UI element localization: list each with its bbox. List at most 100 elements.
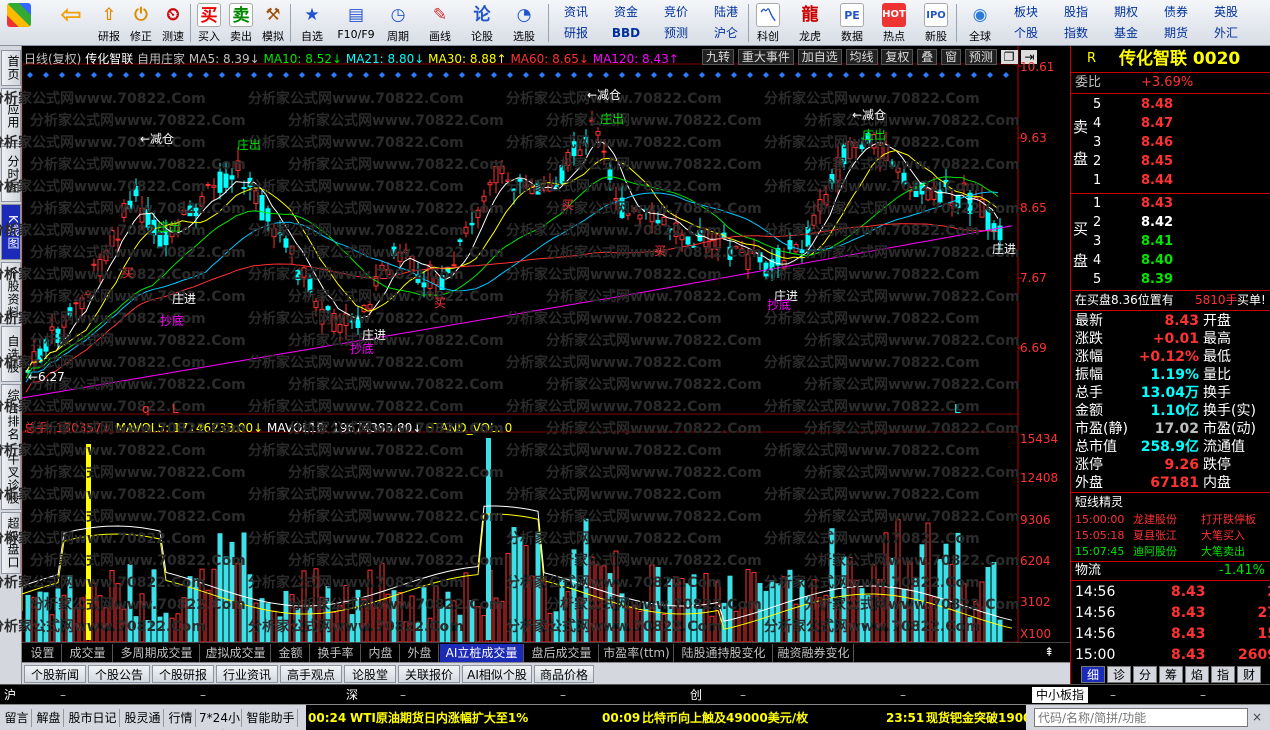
tb-lugang[interactable]: 陆港 <box>702 3 750 22</box>
cy-index-label[interactable]: 创 <box>690 687 702 703</box>
lungu-button[interactable]: 论 论股 <box>464 1 500 45</box>
speed-test-button[interactable]: ⏲ 测速 <box>156 1 190 45</box>
status-item-6[interactable]: 智能助手 <box>244 709 298 727</box>
info-tab-4[interactable]: 高手观点 <box>280 665 342 683</box>
tb-zhishu[interactable]: 指数 <box>1052 24 1100 43</box>
data-button[interactable]: PE 数据 <box>834 1 870 45</box>
sell-level-row[interactable]: 3 8.46 <box>1071 134 1270 152</box>
quote-tab-1[interactable]: 诊 <box>1107 666 1131 683</box>
status-item-2[interactable]: 股市日记 <box>66 709 120 727</box>
short-list-item[interactable]: 15:00:00 龙建股份 打开跌停板 <box>1071 512 1270 528</box>
collapse-up-icon[interactable]: ⇞ <box>1044 645 1054 659</box>
window-restore-icon[interactable]: ❐ <box>1000 50 1018 64</box>
zixuan-button[interactable]: ★ 自选 <box>294 1 330 45</box>
news-ticker[interactable]: 00:24 WTI原油期货日内涨幅扩大至1% 00:09 比特币向上触及4900… <box>306 705 1026 730</box>
yanbao-button[interactable]: ⇧ 研报 <box>92 1 126 45</box>
info-tab-5[interactable]: 论股堂 <box>344 665 396 683</box>
code-search-input[interactable] <box>1034 708 1248 727</box>
status-item-5[interactable]: 7*24小时 <box>198 709 242 730</box>
indicator-tab-3[interactable]: 虚拟成交量 <box>201 644 271 662</box>
add-watchlist-button[interactable]: 加自选 <box>797 49 842 65</box>
tb-jingjia[interactable]: 竞价 <box>652 3 700 22</box>
quote-tab-0[interactable]: 细 <box>1081 666 1105 683</box>
tb-zixun[interactable]: 资讯 <box>552 3 600 22</box>
back-button[interactable]: ⇦ <box>54 1 88 45</box>
indicator-tab-10[interactable]: 市盈率(ttm) <box>600 644 674 662</box>
buy-level-row[interactable]: 4 8.40 <box>1071 252 1270 270</box>
global-button[interactable]: ◉ 全球 <box>960 1 1000 45</box>
info-tab-2[interactable]: 个股研报 <box>152 665 214 683</box>
fix-button[interactable]: ⏻ 修正 <box>124 1 158 45</box>
info-tab-3[interactable]: 行业资讯 <box>216 665 278 683</box>
indicator-tab-1[interactable]: 成交量 <box>63 644 113 662</box>
status-item-0[interactable]: 留言 <box>2 709 32 727</box>
tb-yuce[interactable]: 预测 <box>652 24 700 43</box>
indicator-tab-8[interactable]: AI立桩成交量 <box>440 644 524 662</box>
tb-bankuai[interactable]: 板块 <box>1002 3 1050 22</box>
buy-level-row[interactable]: 3 8.41 <box>1071 233 1270 251</box>
ma-button[interactable]: 均线 <box>845 49 878 65</box>
status-item-4[interactable]: 行情 <box>166 709 196 727</box>
tb-qihuo[interactable]: 期货 <box>1152 24 1200 43</box>
tb-zijin[interactable]: 资金 <box>602 3 650 22</box>
indicator-tab-9[interactable]: 盘后成交量 <box>525 644 599 662</box>
sz-index-label[interactable]: 深 <box>346 687 358 703</box>
kline-chart-area[interactable]: 日线(复权) 传化智联 自用庄家 MA5: 8.39↓ MA10: 8.52↓ … <box>0 46 1070 642</box>
info-tab-6[interactable]: 关联报价 <box>398 665 460 683</box>
indicator-tab-7[interactable]: 外盘 <box>401 644 439 662</box>
indicator-tab-0[interactable]: 设置 <box>24 644 62 662</box>
buy-button[interactable]: 买 买入 <box>192 1 226 45</box>
tb-qiquan[interactable]: 期权 <box>1102 3 1150 22</box>
tb-bbd[interactable]: BBD <box>602 24 650 43</box>
indicator-tab-5[interactable]: 换手率 <box>311 644 361 662</box>
longhu-button[interactable]: 龍 龙虎 <box>792 1 828 45</box>
indicator-name[interactable]: 自用庄家 <box>137 52 185 66</box>
tb-hulun[interactable]: 沪仑 <box>702 24 750 43</box>
sell-button[interactable]: 卖 卖出 <box>224 1 258 45</box>
forecast-button[interactable]: 预测 <box>964 49 997 65</box>
indicator-tab-2[interactable]: 多周期成交量 <box>114 644 200 662</box>
info-tab-1[interactable]: 个股公告 <box>88 665 150 683</box>
buy-level-row[interactable]: 5 8.39 <box>1071 271 1270 289</box>
tb-zhaiquan[interactable]: 债券 <box>1152 3 1200 22</box>
info-tab-7[interactable]: AI相似个股 <box>462 665 532 683</box>
sell-level-row[interactable]: 1 8.44 <box>1071 172 1270 190</box>
quote-tab-3[interactable]: 筹 <box>1159 666 1183 683</box>
status-item-3[interactable]: 股灵通 <box>122 709 164 727</box>
overlay-button[interactable]: 叠 <box>917 49 938 65</box>
tb-guzhi[interactable]: 股指 <box>1052 3 1100 22</box>
quote-tab-5[interactable]: 指 <box>1211 666 1235 683</box>
sector-row[interactable]: 物流 -1.41% <box>1071 562 1270 580</box>
short-list-item[interactable]: 15:07:45 迪阿股份 大笔卖出 <box>1071 544 1270 560</box>
xuangu-button[interactable]: ◔ 选股 <box>506 1 542 45</box>
simulate-button[interactable]: ⚒ 模拟 <box>256 1 290 45</box>
status-item-1[interactable]: 解盘 <box>34 709 64 727</box>
buy-level-row[interactable]: 2 8.42 <box>1071 214 1270 232</box>
hot-button[interactable]: HOT 热点 <box>876 1 912 45</box>
quote-tab-6[interactable]: 财 <box>1237 666 1261 683</box>
tb-yinggu[interactable]: 英股 <box>1202 3 1250 22</box>
menu-button[interactable] <box>2 1 36 45</box>
tb-yanbao[interactable]: 研报 <box>552 24 600 43</box>
window-button[interactable]: 窗 <box>941 49 962 65</box>
tb-jijin[interactable]: 基金 <box>1102 24 1150 43</box>
short-list-item[interactable]: 15:05:18 夏县张江 大笔买入 <box>1071 528 1270 544</box>
indicator-tab-12[interactable]: 融资融券变化 <box>774 644 854 662</box>
indicator-tab-4[interactable]: 金额 <box>272 644 310 662</box>
sell-level-row[interactable]: 4 8.47 <box>1071 115 1270 133</box>
draw-line-button[interactable]: ✎ 画线 <box>422 1 458 45</box>
restore-right-button[interactable]: 复权 <box>881 49 914 65</box>
info-tab-8[interactable]: 商品价格 <box>534 665 594 683</box>
tb-waihui[interactable]: 外汇 <box>1202 24 1250 43</box>
sell-level-row[interactable]: 5 8.48 <box>1071 96 1270 114</box>
info-tab-0[interactable]: 个股新闻 <box>24 665 86 683</box>
quote-tab-4[interactable]: 焰 <box>1185 666 1209 683</box>
buy-level-row[interactable]: 1 8.43 <box>1071 195 1270 213</box>
zxb-index-label[interactable]: 中小板指 <box>1032 687 1089 703</box>
period-label[interactable]: 日线(复权) <box>24 52 81 66</box>
sh-index-label[interactable]: 沪 <box>4 687 16 703</box>
major-events-button[interactable]: 重大事件 <box>737 49 794 65</box>
left-tab-home[interactable]: 首页 <box>1 50 21 86</box>
period-button[interactable]: ◷ 周期 <box>380 1 416 45</box>
close-icon[interactable]: × <box>1252 710 1262 724</box>
